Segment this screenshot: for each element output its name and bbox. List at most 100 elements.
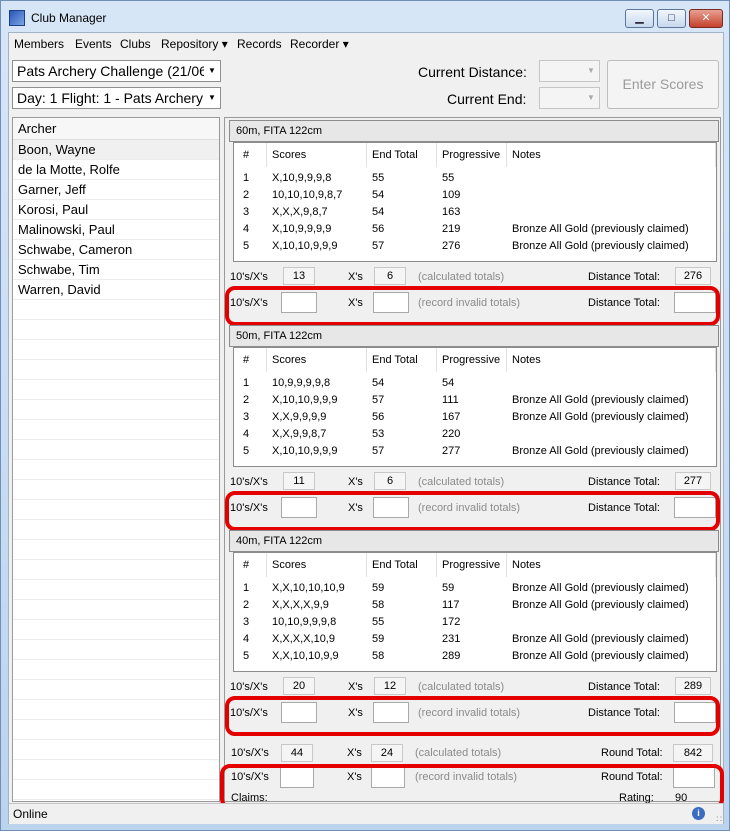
table-cell: X,X,9,9,8,7: [272, 428, 327, 440]
archer-list[interactable]: Archer Boon, Wayne de la Motte, Rolfe Garn…: [12, 117, 220, 802]
archer-empty-row: [13, 300, 219, 320]
column-header[interactable]: End Total: [367, 348, 437, 372]
table-cell: 55: [372, 172, 385, 184]
table-row[interactable]: 5 X,10,10,9,9,9 57 276 Bronze All Gold (prev…: [234, 238, 716, 255]
chevron-down-icon: ▼: [204, 88, 220, 108]
distance-title: 60m, FITA 122cm: [229, 120, 719, 142]
distance-total-label: Distance Total:: [588, 681, 660, 693]
table-cell: 111: [442, 394, 459, 406]
archer-row[interactable]: Malinowski, Paul: [13, 220, 219, 240]
current-end-select[interactable]: ▼: [539, 87, 600, 109]
table-row[interactable]: 4 X,X,9,9,8,7 53 220: [234, 426, 716, 443]
table-cell: Bronze All Gold (previously claimed): [512, 633, 689, 645]
current-distance-label: Current Distance:: [418, 64, 527, 80]
app-icon: [9, 10, 25, 26]
archer-empty-row: [13, 320, 219, 340]
archer-row[interactable]: Boon, Wayne: [13, 140, 219, 160]
archer-empty-row: [13, 560, 219, 580]
archer-row[interactable]: de la Motte, Rolfe: [13, 160, 219, 180]
calculated-note: (calculated totals): [418, 681, 505, 693]
table-row[interactable]: 2 X,10,10,9,9,9 57 111 Bronze All Gold (prev…: [234, 392, 716, 409]
table-row[interactable]: 5 X,X,10,10,9,9 58 289 Bronze All Gold (prev…: [234, 648, 716, 665]
column-header[interactable]: Notes: [507, 553, 716, 577]
score-table[interactable]: # Scores End Total Progressive Notes 1 X,10,9,…: [233, 142, 717, 262]
table-cell: 172: [442, 616, 461, 628]
menu-events[interactable]: Events: [75, 37, 112, 51]
table-row[interactable]: 2 X,X,X,X,9,9 58 117 Bronze All Gold (previo…: [234, 597, 716, 614]
enter-scores-button[interactable]: Enter Scores: [607, 60, 719, 109]
table-cell: 2: [243, 394, 250, 406]
archer-empty-row: [13, 660, 219, 680]
table-cell: 5: [243, 240, 250, 252]
archer-row[interactable]: Schwabe, Tim: [13, 260, 219, 280]
tens-label: 10's/X's: [230, 271, 268, 283]
chevron-down-icon: ▼: [583, 88, 599, 108]
event-select[interactable]: Pats Archery Challenge (21/06/2 ▼: [12, 60, 221, 82]
archer-column-header[interactable]: Archer: [13, 118, 219, 140]
table-cell: 109: [442, 189, 461, 201]
menu-members[interactable]: Members: [14, 37, 64, 51]
resize-grip-icon[interactable]: ∷: [716, 809, 722, 829]
archer-row[interactable]: Schwabe, Cameron: [13, 240, 219, 260]
calculated-note: (calculated totals): [418, 476, 505, 488]
table-cell: 53: [372, 428, 385, 440]
title-bar[interactable]: Club Manager ▁ □ ✕: [1, 1, 729, 33]
table-cell: 59: [372, 582, 385, 594]
menu-records[interactable]: Records: [237, 37, 282, 51]
minimize-button[interactable]: ▁: [625, 9, 654, 28]
column-header[interactable]: Notes: [507, 143, 716, 167]
table-cell: Bronze All Gold (previously claimed): [512, 599, 689, 611]
current-distance-select[interactable]: ▼: [539, 60, 600, 82]
archer-row[interactable]: Warren, David: [13, 280, 219, 300]
table-cell: 58: [372, 650, 385, 662]
close-button[interactable]: ✕: [689, 9, 723, 28]
menu-clubs[interactable]: Clubs: [120, 37, 151, 51]
column-header[interactable]: Progressive: [437, 553, 507, 577]
archer-empty-row: [13, 420, 219, 440]
table-row[interactable]: 1 X,X,10,10,10,9 59 59 Bronze All Gold (prev…: [234, 580, 716, 597]
archer-empty-row: [13, 700, 219, 720]
archer-empty-row: [13, 380, 219, 400]
archer-empty-row: [13, 760, 219, 780]
menu-repository[interactable]: Repository ▾: [161, 37, 228, 51]
column-header[interactable]: End Total: [367, 143, 437, 167]
archer-row[interactable]: Korosi, Paul: [13, 200, 219, 220]
table-cell: 1: [243, 582, 250, 594]
column-header[interactable]: Notes: [507, 348, 716, 372]
table-row[interactable]: 1 X,10,9,9,9,8 55 55: [234, 170, 716, 187]
info-icon[interactable]: i: [692, 807, 705, 820]
table-cell: 55: [372, 616, 385, 628]
table-row[interactable]: 4 X,10,9,9,9,9 56 219 Bronze All Gold (previ…: [234, 221, 716, 238]
table-cell: Bronze All Gold (previously claimed): [512, 445, 689, 457]
table-row[interactable]: 1 10,9,9,9,9,8 54 54: [234, 375, 716, 392]
table-row[interactable]: 3 X,X,9,9,9,9 56 167 Bronze All Gold (previo…: [234, 409, 716, 426]
column-header[interactable]: #: [238, 553, 267, 577]
day-flight-select[interactable]: Day: 1 Flight: 1 - Pats Archery C ▼: [12, 87, 221, 109]
table-row[interactable]: 4 X,X,X,X,10,9 59 231 Bronze All Gold (previ…: [234, 631, 716, 648]
table-cell: 54: [372, 189, 385, 201]
column-header[interactable]: Scores: [267, 553, 367, 577]
table-row[interactable]: 2 10,10,10,9,8,7 54 109: [234, 187, 716, 204]
table-row[interactable]: 5 X,10,10,9,9,9 57 277 Bronze All Gold (prev…: [234, 443, 716, 460]
column-header[interactable]: Scores: [267, 348, 367, 372]
table-cell: 59: [372, 633, 385, 645]
archer-row[interactable]: Garner, Jeff: [13, 180, 219, 200]
table-row[interactable]: 3 10,10,9,9,9,8 55 172: [234, 614, 716, 631]
table-cell: 276: [442, 240, 461, 252]
menu-recorder[interactable]: Recorder ▾: [290, 37, 349, 51]
column-header[interactable]: Progressive: [437, 348, 507, 372]
table-row[interactable]: 3 X,X,X,9,8,7 54 163: [234, 204, 716, 221]
column-header[interactable]: #: [238, 348, 267, 372]
chevron-down-icon: ▼: [583, 61, 599, 81]
score-table[interactable]: # Scores End Total Progressive Notes 1 10,9,9,…: [233, 347, 717, 467]
column-header[interactable]: #: [238, 143, 267, 167]
column-header[interactable]: End Total: [367, 553, 437, 577]
round-total-label: Round Total:: [601, 747, 663, 759]
table-cell: 117: [442, 599, 460, 611]
column-header[interactable]: Progressive: [437, 143, 507, 167]
distance-total-value: 276: [675, 267, 711, 285]
column-header[interactable]: Scores: [267, 143, 367, 167]
round-calculated-note: (calculated totals): [415, 747, 502, 759]
maximize-button[interactable]: □: [657, 9, 686, 28]
score-table[interactable]: # Scores End Total Progressive Notes 1 X,X,10,…: [233, 552, 717, 672]
